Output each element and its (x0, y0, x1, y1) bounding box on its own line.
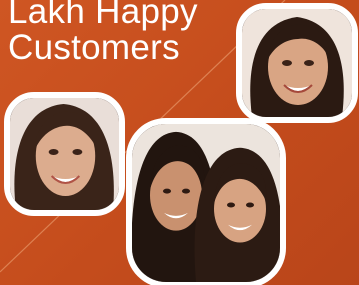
headline: Lakh Happy Customers (8, 0, 198, 66)
customer-photo-right (236, 3, 358, 123)
headline-line-1: Lakh Happy (8, 0, 198, 31)
customer-photo-center (126, 118, 286, 285)
customer-photo-left (4, 92, 125, 216)
happy-customers-banner: Lakh Happy Customers (0, 0, 359, 285)
headline-line-2: Customers (8, 28, 180, 67)
